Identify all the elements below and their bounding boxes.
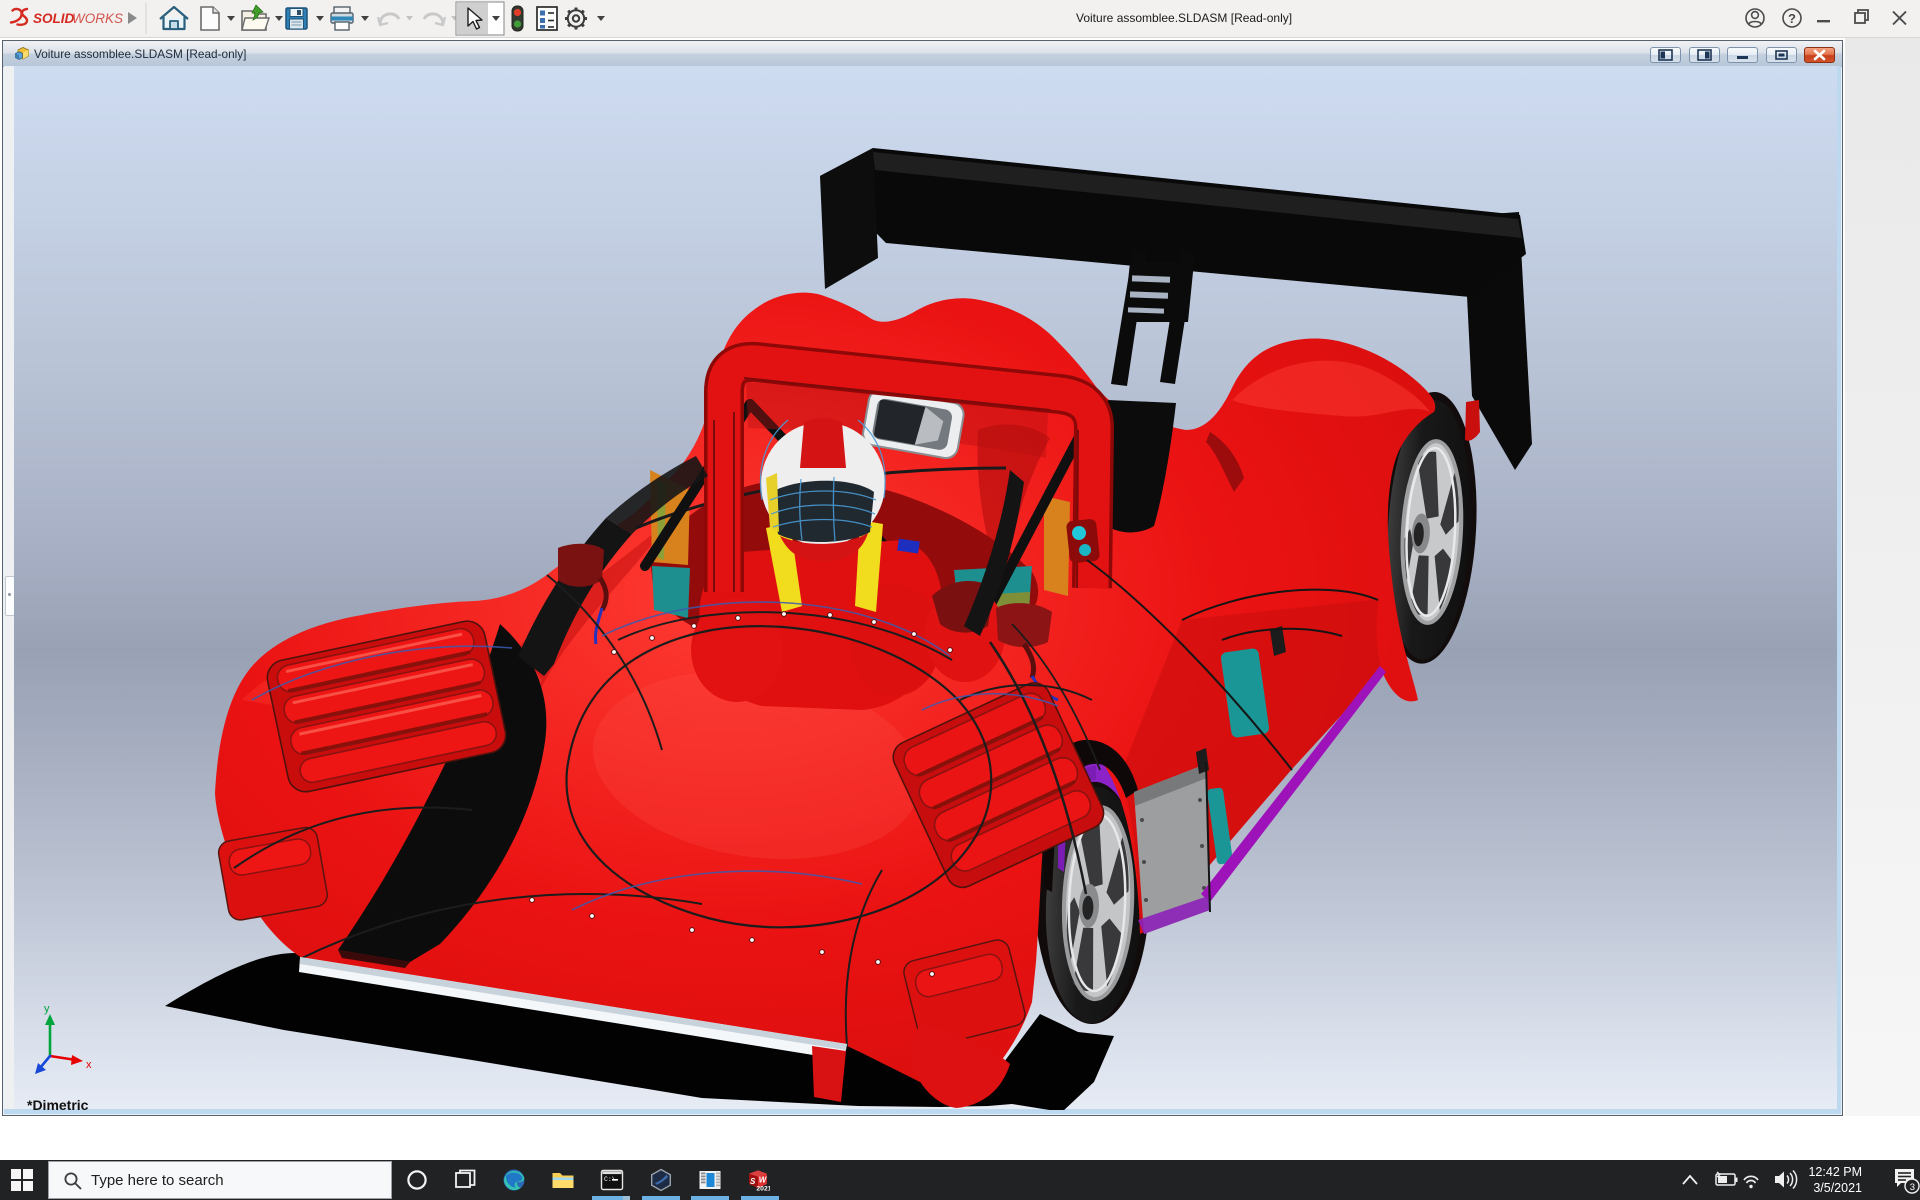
svg-text:S: S <box>750 1177 756 1186</box>
svg-text:2021: 2021 <box>756 1185 770 1192</box>
svg-text:x: x <box>86 1059 92 1071</box>
svg-text:3: 3 <box>1910 1182 1915 1193</box>
svg-text:?: ? <box>1788 11 1796 26</box>
svg-text:y: y <box>44 1003 50 1015</box>
svg-text:*Dimetric: *Dimetric <box>27 1097 89 1110</box>
svg-text:SOLID: SOLID <box>33 11 75 26</box>
svg-text:WORKS: WORKS <box>72 11 123 26</box>
